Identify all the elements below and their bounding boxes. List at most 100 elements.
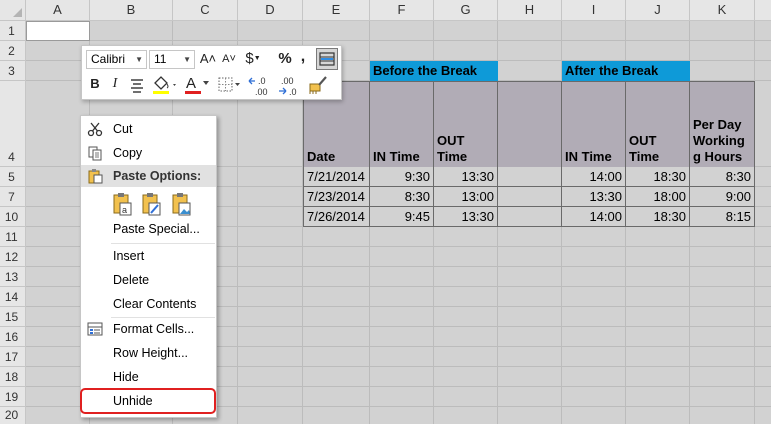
col-header-g[interactable]: G	[434, 0, 498, 21]
increase-decimal-button[interactable]: .0.00	[247, 74, 275, 98]
menu-item-delete[interactable]: Delete	[81, 268, 216, 292]
borders-button[interactable]	[216, 74, 242, 96]
menu-item-insert[interactable]: Insert	[81, 244, 216, 268]
menu-item-copy[interactable]: Copy	[81, 141, 216, 165]
format-table-button[interactable]	[316, 48, 338, 70]
cell-in-time-1[interactable]: 9:45	[370, 207, 434, 227]
row-header-14[interactable]: 14	[0, 287, 26, 307]
decrease-decimal-button[interactable]: .00.0	[276, 74, 304, 98]
band-before-break[interactable]: Before the Break	[370, 61, 498, 81]
row-header-20[interactable]: 20	[0, 407, 26, 424]
menu-item-row-height[interactable]: Row Height...	[81, 341, 216, 365]
borders-icon	[218, 77, 240, 92]
col-header-j[interactable]: J	[626, 0, 690, 21]
font-size-dropdown[interactable]: 11 ▼	[149, 50, 195, 69]
svg-text:.00: .00	[281, 76, 294, 86]
cell-working-hours[interactable]: 8:15	[690, 207, 755, 227]
row-header-4[interactable]: 4	[0, 81, 26, 167]
col-header-e[interactable]: E	[303, 0, 370, 21]
col-header-f[interactable]: F	[370, 0, 434, 21]
col-header-b[interactable]: B	[90, 0, 173, 21]
row-header-3[interactable]: 3	[0, 61, 26, 81]
col-header-d[interactable]: D	[238, 0, 303, 21]
cell-in-time-1[interactable]: 9:30	[370, 167, 434, 187]
row-header-2[interactable]: 2	[0, 41, 26, 61]
font-name-dropdown[interactable]: Calibri ▼	[86, 50, 147, 69]
row-header-15[interactable]: 15	[0, 307, 26, 327]
col-header-i[interactable]: I	[562, 0, 626, 21]
col-header-k[interactable]: K	[690, 0, 755, 21]
paste-picture-button[interactable]	[170, 191, 194, 217]
font-color-icon: A	[186, 75, 197, 92]
cell-working-hours[interactable]: 8:30	[690, 167, 755, 187]
cell-blank[interactable]	[498, 187, 562, 207]
menu-item-clear-contents[interactable]: Clear Contents	[81, 292, 216, 316]
currency-format-button[interactable]: $▼	[242, 49, 264, 69]
menu-item-hide[interactable]: Hide	[81, 365, 216, 389]
paste-picture-icon	[172, 193, 191, 216]
row-header-17[interactable]: 17	[0, 347, 26, 367]
cell-date[interactable]: 7/23/2014	[303, 187, 370, 207]
select-all-corner[interactable]	[0, 0, 26, 21]
cell-out-time-1[interactable]: 13:00	[434, 187, 498, 207]
header-in-time-2[interactable]: IN Time	[562, 81, 626, 167]
cell-in-time-1[interactable]: 8:30	[370, 187, 434, 207]
paste-button[interactable]: a	[111, 191, 135, 217]
percent-style-button[interactable]: %	[276, 49, 294, 69]
col-header-l[interactable]	[755, 0, 771, 21]
row-header-12[interactable]: 12	[0, 247, 26, 267]
svg-text:.0: .0	[289, 87, 297, 97]
menu-item-paste-special[interactable]: Paste Special...	[81, 217, 216, 241]
cell-date[interactable]: 7/21/2014	[303, 167, 370, 187]
cell-blank[interactable]	[498, 207, 562, 227]
row-header-10[interactable]: 10	[0, 207, 26, 227]
header-working-hours[interactable]: Per Day Working g Hours	[690, 81, 755, 167]
comma-style-button[interactable]: ,	[296, 47, 310, 67]
bold-button[interactable]: B	[86, 74, 104, 96]
cell-out-time-2[interactable]: 18:30	[626, 207, 690, 227]
cell-out-time-1[interactable]: 13:30	[434, 207, 498, 227]
row-header-7[interactable]: 7	[0, 187, 26, 207]
context-menu: Cut Copy Paste Options: a Paste Special.…	[80, 115, 217, 418]
cell-out-time-1[interactable]: 13:30	[434, 167, 498, 187]
row-header-16[interactable]: 16	[0, 327, 26, 347]
increase-font-size-button[interactable]: A˄	[198, 49, 218, 69]
paste-formulas-button[interactable]	[140, 191, 164, 217]
cell-out-time-2[interactable]: 18:00	[626, 187, 690, 207]
row-header-5[interactable]: 5	[0, 167, 26, 187]
active-cell-a1[interactable]	[26, 21, 90, 41]
italic-button[interactable]: I	[106, 74, 124, 96]
cell-in-time-2[interactable]: 14:00	[562, 167, 626, 187]
col-header-c[interactable]: C	[173, 0, 238, 21]
menu-item-format-cells[interactable]: Format Cells...	[81, 317, 216, 341]
row-header-13[interactable]: 13	[0, 267, 26, 287]
col-header-a[interactable]: A	[26, 0, 90, 21]
align-center-button[interactable]	[128, 76, 146, 94]
header-out-time-2[interactable]: OUT Time	[626, 81, 690, 167]
cell-out-time-2[interactable]: 18:30	[626, 167, 690, 187]
svg-text:a: a	[122, 205, 127, 215]
cell-in-time-2[interactable]: 13:30	[562, 187, 626, 207]
row-header-11[interactable]: 11	[0, 227, 26, 247]
cell-date[interactable]: 7/26/2014	[303, 207, 370, 227]
cell-blank[interactable]	[498, 167, 562, 187]
row-header-1[interactable]: 1	[0, 21, 26, 41]
decrease-font-size-button[interactable]: A˅	[219, 49, 239, 69]
header-blank[interactable]	[498, 81, 562, 167]
fill-color-button[interactable]	[150, 74, 180, 96]
cell-working-hours[interactable]: 9:00	[690, 187, 755, 207]
format-painter-button[interactable]	[307, 74, 331, 96]
menu-item-cut[interactable]: Cut	[81, 117, 216, 141]
cell-in-time-2[interactable]: 14:00	[562, 207, 626, 227]
font-color-button[interactable]: A	[183, 74, 211, 96]
row-header-18[interactable]: 18	[0, 367, 26, 387]
chevron-down-icon	[203, 81, 209, 85]
table-icon	[319, 52, 335, 66]
header-in-time-1[interactable]: IN Time	[370, 81, 434, 167]
header-out-time-1[interactable]: OUT Time	[434, 81, 498, 167]
band-after-break[interactable]: After the Break	[562, 61, 690, 81]
svg-text:.0: .0	[258, 76, 266, 86]
row-header-19[interactable]: 19	[0, 387, 26, 407]
copy-icon	[88, 146, 102, 161]
col-header-h[interactable]: H	[498, 0, 562, 21]
